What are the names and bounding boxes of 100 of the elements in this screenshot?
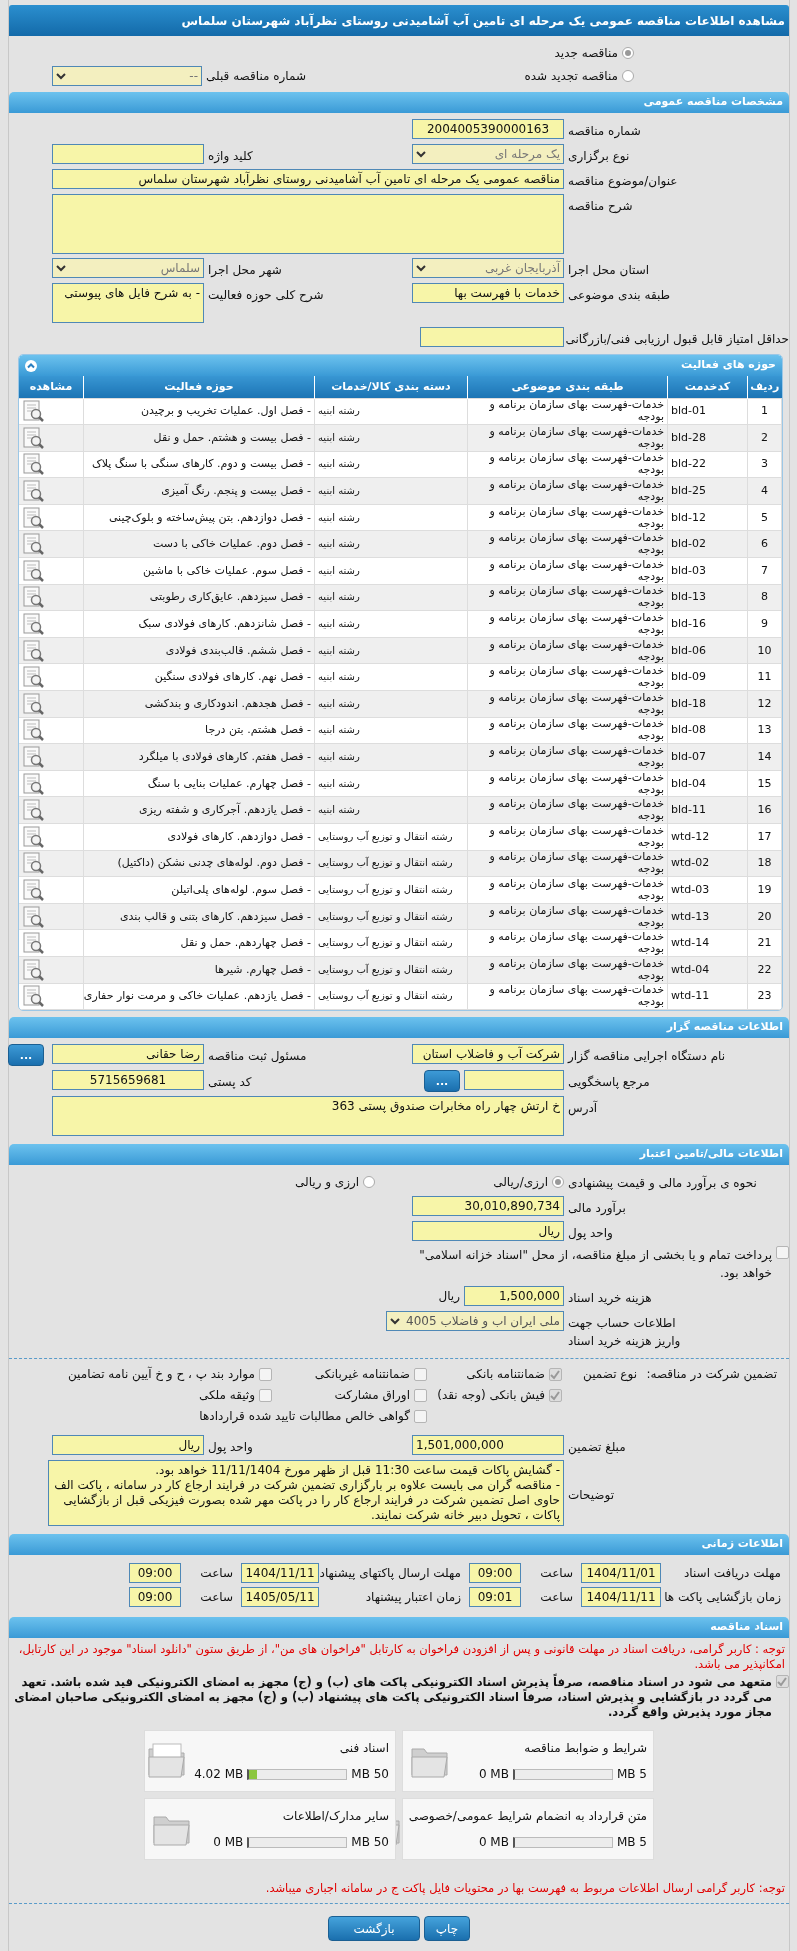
view-icon[interactable] (22, 772, 44, 795)
table-cell: bld-03 (667, 557, 748, 585)
dropdown[interactable]: -- (52, 66, 202, 86)
view-icon[interactable] (22, 559, 44, 582)
back-button[interactable]: بازگشت (328, 1916, 420, 1942)
checkbox[interactable] (549, 1367, 562, 1381)
text-field[interactable]: 30,010,890,734 (412, 1196, 564, 1217)
collapse-icon[interactable] (25, 359, 37, 372)
time-field[interactable]: 09:00 (129, 1587, 181, 1608)
view-icon[interactable] (22, 746, 44, 768)
table-cell: خدمات-فهرست بهای سازمان برنامه و بودجه (467, 398, 668, 425)
date-field[interactable]: 1404/11/11 (241, 1563, 319, 1584)
checkbox[interactable] (414, 1409, 427, 1423)
more-button[interactable]: ... (8, 1044, 44, 1067)
view-icon[interactable] (22, 879, 44, 901)
radio-button[interactable] (622, 47, 634, 59)
table-cell: bld-07 (667, 743, 748, 771)
view-icon[interactable] (22, 852, 44, 875)
text-field[interactable]: شرکت آب و فاضلاب استان (412, 1044, 564, 1065)
view-icon[interactable] (22, 480, 44, 503)
field-label: نام دستگاه اجرایی مناقصه گزار (566, 1048, 727, 1066)
view-icon[interactable] (22, 985, 44, 1008)
text-field[interactable] (420, 327, 564, 347)
text-area[interactable]: - به شرح فایل های پیوستی (52, 283, 204, 323)
table-cell: - فصل سیزدهم. عایق‌کاری رطوبتی (83, 584, 315, 611)
text-field[interactable] (464, 1070, 564, 1091)
text-area[interactable] (48, 1460, 564, 1527)
radio-button[interactable] (552, 1176, 564, 1189)
checkbox[interactable] (414, 1367, 427, 1381)
table-cell: رشته انتقال و توزیع آب روستایی (314, 903, 468, 930)
view-icon[interactable] (22, 799, 44, 822)
table-cell: bld-06 (667, 637, 748, 664)
table-cell: رشته انتقال و توزیع آب روستایی (314, 876, 468, 904)
table-cell: 2 (747, 424, 782, 452)
view-icon[interactable] (22, 426, 44, 449)
dropdown[interactable]: سلماس (52, 258, 204, 278)
text-field[interactable] (52, 144, 204, 164)
table-cell: رشته ابنیه (314, 530, 468, 558)
view-icon[interactable] (22, 825, 44, 848)
view-icon[interactable] (22, 719, 44, 742)
time-field[interactable]: 09:00 (469, 1563, 521, 1584)
table-cell: رشته ابنیه (314, 637, 468, 664)
checkbox[interactable] (414, 1388, 427, 1402)
notice-text: توجه : کاربر گرامی، دریافت اسناد در مهلت قانونی و پس از افزودن فراخوان به کارتابل "فراخوان های من"، از طریق ستون "دانلود اسناد" موجود در این کارتابل، امکانپذیر می باشد. (17, 1641, 786, 1673)
field-label: حداقل امتیاز قابل قبول ارزیابی فنی/بازرگانی (564, 331, 789, 348)
text-field[interactable]: ریال (412, 1221, 564, 1242)
view-icon[interactable] (22, 400, 44, 423)
size-limit: 50 MB (351, 1834, 389, 1852)
radio-button[interactable] (363, 1176, 376, 1189)
date-field[interactable]: 1405/05/11 (241, 1587, 319, 1608)
check-icon (549, 1389, 561, 1401)
table-cell: - فصل دوم. عملیات خاکی با دست (83, 530, 315, 558)
table-cell: - فصل نهم. کارهای فولادی سنگین (83, 663, 315, 691)
file-name: سایر مدارک/اطلاعات (281, 1808, 389, 1826)
table-cell: 5 (747, 504, 782, 531)
date-field[interactable]: 1404/11/01 (581, 1563, 661, 1584)
more-button[interactable]: ... (424, 1070, 460, 1093)
time-field[interactable]: 09:01 (469, 1587, 521, 1608)
dropdown[interactable]: ملی ایران اب و فاضلاب 4005 (386, 1311, 564, 1332)
dropdown[interactable]: آذربایجان غربی (412, 258, 564, 278)
text-field[interactable]: رضا حقانی (52, 1044, 204, 1065)
view-icon[interactable] (22, 586, 44, 609)
view-icon[interactable] (22, 506, 44, 529)
size-limit: 5 MB (616, 1834, 647, 1852)
text-field[interactable]: 1,501,000,000 (412, 1435, 564, 1456)
table-cell: 9 (747, 610, 782, 638)
view-icon[interactable] (22, 613, 44, 636)
text-field[interactable]: ریال (52, 1435, 204, 1456)
caret-icon (416, 264, 426, 272)
text-field[interactable]: خدمات با فهرست بها (412, 283, 564, 303)
field-label: شرح مناقصه (567, 198, 634, 215)
time-field[interactable]: 09:00 (129, 1563, 181, 1584)
view-icon[interactable] (22, 639, 44, 662)
text-field[interactable]: 1,500,000 (464, 1286, 564, 1307)
checkbox[interactable] (259, 1367, 272, 1381)
text-field[interactable]: مناقصه عمومی یک مرحله ای تامین آب آشامیدنی روستای نظرآباد شهرستان سلماس (52, 169, 564, 189)
view-icon[interactable] (22, 666, 44, 689)
view-icon[interactable] (22, 958, 44, 981)
table-cell: - فصل دوم. لوله‌های چدنی نشکن (داکتیل) (83, 850, 315, 877)
checkbox[interactable] (776, 1675, 789, 1689)
checkbox[interactable] (776, 1246, 789, 1260)
column-header: دسته بندی کالا/خدمات (314, 376, 468, 398)
table-cell: خدمات-فهرست بهای سازمان برنامه و بودجه (467, 663, 668, 691)
view-icon[interactable] (22, 932, 44, 955)
table-cell: رشته ابنیه (314, 424, 468, 452)
table-cell: 17 (747, 823, 782, 851)
table-cell: 15 (747, 770, 782, 797)
view-icon[interactable] (22, 905, 44, 928)
view-icon[interactable] (22, 533, 44, 556)
text-area[interactable]: خ ارتش چهار راه مخابرات صندوق پستی 363 (52, 1096, 564, 1137)
radio-button[interactable] (622, 70, 634, 82)
text-field[interactable]: 5715659681 (52, 1070, 204, 1091)
checkbox[interactable] (549, 1388, 562, 1402)
date-field[interactable]: 1404/11/11 (581, 1587, 661, 1608)
view-icon[interactable] (22, 453, 44, 476)
checkbox[interactable] (259, 1388, 272, 1402)
dropdown[interactable]: یک مرحله ای (412, 144, 564, 164)
view-icon[interactable] (22, 692, 44, 715)
print-button[interactable]: چاپ (424, 1916, 470, 1942)
text-field[interactable]: 2004005390000163 (412, 119, 564, 139)
